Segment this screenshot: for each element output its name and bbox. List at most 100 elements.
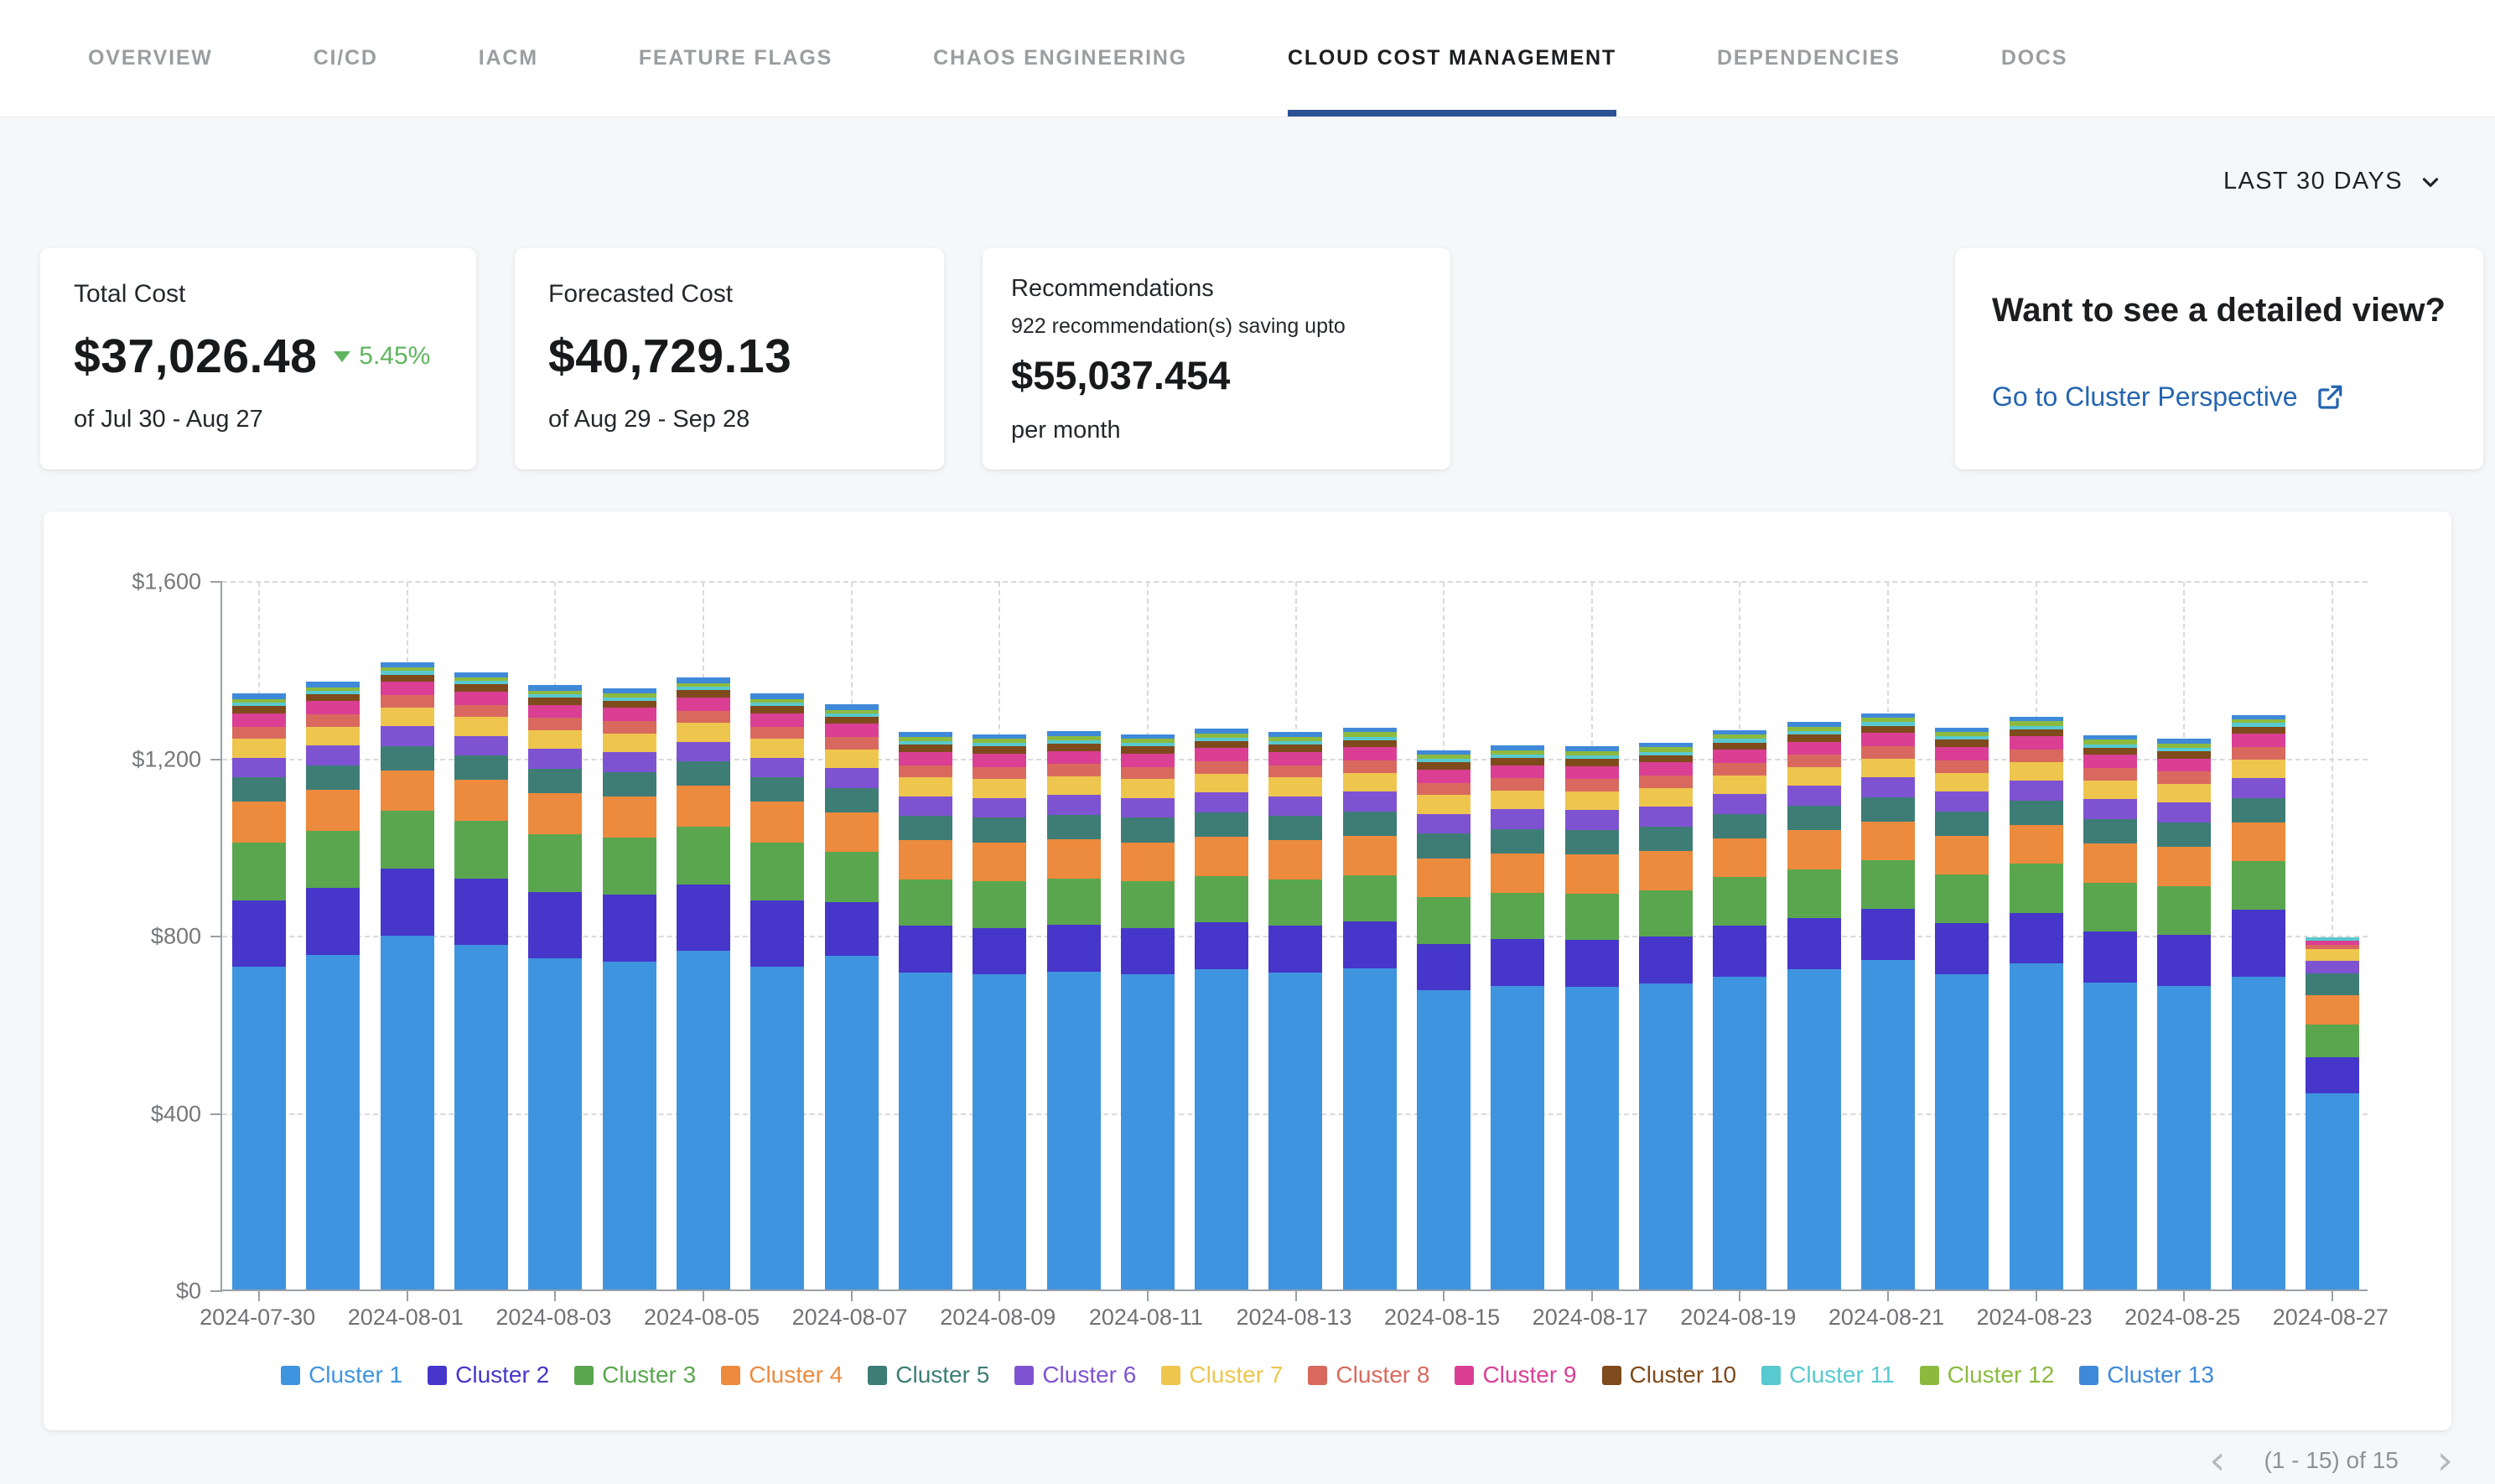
tab-chaos-engineering[interactable]: CHAOS ENGINEERING [933, 0, 1187, 117]
legend-item-cluster-10[interactable]: Cluster 10 [1602, 1362, 1737, 1388]
legend-label: Cluster 2 [455, 1362, 549, 1388]
segment-cluster-2 [1121, 928, 1175, 975]
period-selector[interactable]: LAST 30 DAYS [2223, 168, 2443, 195]
legend-item-cluster-13[interactable]: Cluster 13 [2079, 1362, 2214, 1388]
total-cost-title: Total Cost [74, 280, 443, 309]
segment-cluster-7 [973, 779, 1026, 797]
segment-cluster-6 [2157, 802, 2211, 822]
legend-label: Cluster 11 [1789, 1362, 1895, 1388]
x-axis-tick [2183, 1289, 2185, 1301]
segment-cluster-1 [973, 974, 1026, 1289]
legend-item-cluster-6[interactable]: Cluster 6 [1014, 1362, 1136, 1388]
bar-2024-08-02[interactable] [444, 582, 518, 1289]
x-axis-label: 2024-08-17 [1533, 1305, 1648, 1331]
segment-cluster-8 [1565, 779, 1619, 791]
forecasted-cost-amount: $40,729.13 [548, 329, 791, 384]
bar-2024-08-05[interactable] [667, 582, 740, 1289]
segment-cluster-2 [381, 869, 434, 935]
segment-cluster-6 [2010, 781, 2063, 801]
bar-2024-08-24[interactable] [2073, 582, 2147, 1289]
legend-item-cluster-8[interactable]: Cluster 8 [1308, 1362, 1429, 1388]
pagination-prev-icon[interactable]: ‹ [2209, 1444, 2225, 1477]
bar-2024-08-10[interactable] [1036, 582, 1110, 1289]
segment-cluster-8 [1268, 765, 1322, 778]
bar-2024-08-17[interactable] [1555, 582, 1629, 1289]
segment-cluster-6 [1713, 794, 1766, 814]
segment-cluster-10 [603, 701, 656, 708]
bar-2024-08-03[interactable] [518, 582, 592, 1289]
segment-cluster-6 [454, 736, 508, 756]
legend-label: Cluster 3 [602, 1362, 696, 1388]
tab-feature-flags[interactable]: FEATURE FLAGS [639, 0, 833, 117]
bar-2024-08-14[interactable] [1333, 582, 1407, 1289]
bar-2024-08-21[interactable] [1851, 582, 1925, 1289]
bar-2024-08-26[interactable] [2221, 582, 2295, 1289]
cluster-perspective-link-label: Go to Cluster Perspective [1992, 381, 2298, 413]
segment-cluster-1 [603, 962, 656, 1289]
external-link-icon [2315, 382, 2345, 413]
bar-2024-08-19[interactable] [1703, 582, 1777, 1289]
cluster-perspective-link[interactable]: Go to Cluster Perspective [1992, 381, 2446, 413]
bar-2024-08-04[interactable] [593, 582, 667, 1289]
bar-2024-08-15[interactable] [1407, 582, 1481, 1289]
bar-2024-08-11[interactable] [1111, 582, 1185, 1289]
segment-cluster-3 [1047, 879, 1101, 926]
bar-2024-08-23[interactable] [1999, 582, 2072, 1289]
bar-2024-08-07[interactable] [814, 582, 888, 1289]
legend-item-cluster-3[interactable]: Cluster 3 [574, 1362, 696, 1388]
legend-label: Cluster 9 [1482, 1362, 1576, 1388]
bar-2024-08-20[interactable] [1777, 582, 1851, 1289]
bar-2024-08-25[interactable] [2147, 582, 2221, 1289]
segment-cluster-4 [1935, 836, 1989, 875]
bar-2024-08-01[interactable] [371, 582, 444, 1289]
tab-cloud-cost-management[interactable]: CLOUD COST MANAGEMENT [1288, 0, 1616, 117]
bar-2024-08-12[interactable] [1185, 582, 1258, 1289]
bar-2024-07-31[interactable] [296, 582, 370, 1289]
segment-cluster-7 [2010, 762, 2063, 781]
y-axis-tick [210, 936, 222, 937]
tab-dependencies[interactable]: DEPENDENCIES [1717, 0, 1901, 117]
tab-iacm[interactable]: IACM [479, 0, 538, 117]
segment-cluster-9 [2157, 759, 2211, 772]
bar-2024-08-18[interactable] [1629, 582, 1703, 1289]
segment-cluster-10 [2010, 729, 2063, 736]
legend-item-cluster-5[interactable]: Cluster 5 [868, 1362, 989, 1388]
segment-cluster-3 [825, 852, 879, 903]
legend-item-cluster-2[interactable]: Cluster 2 [428, 1362, 549, 1388]
y-axis-label: $800 [44, 924, 201, 950]
segment-cluster-7 [825, 750, 879, 768]
segment-cluster-1 [677, 951, 730, 1289]
forecasted-cost-card: Forecasted Cost $40,729.13 of Aug 29 - S… [515, 248, 944, 470]
bar-2024-08-22[interactable] [1925, 582, 1999, 1289]
segment-cluster-4 [750, 802, 804, 843]
segment-cluster-1 [2083, 983, 2137, 1289]
bar-2024-08-13[interactable] [1258, 582, 1332, 1289]
segment-cluster-9 [899, 752, 952, 765]
legend-item-cluster-4[interactable]: Cluster 4 [721, 1362, 843, 1388]
legend-item-cluster-1[interactable]: Cluster 1 [281, 1362, 402, 1388]
segment-cluster-7 [1639, 788, 1693, 807]
segment-cluster-2 [1343, 921, 1397, 968]
bar-2024-07-30[interactable] [222, 582, 296, 1289]
stacked-bar [528, 685, 582, 1289]
legend-item-cluster-9[interactable]: Cluster 9 [1455, 1362, 1576, 1388]
bar-2024-08-16[interactable] [1481, 582, 1554, 1289]
segment-cluster-5 [528, 769, 582, 793]
segment-cluster-2 [1195, 922, 1248, 969]
bar-2024-08-08[interactable] [889, 582, 962, 1289]
tab-overview[interactable]: OVERVIEW [88, 0, 213, 117]
bar-2024-08-06[interactable] [740, 582, 814, 1289]
tab-docs[interactable]: DOCS [2001, 0, 2067, 117]
pagination-next-icon[interactable]: › [2437, 1444, 2453, 1477]
bar-2024-08-27[interactable] [2295, 582, 2369, 1289]
tab-ci-cd[interactable]: CI/CD [314, 0, 378, 117]
legend-swatch [1920, 1366, 1939, 1385]
x-axis-label: 2024-08-07 [792, 1305, 908, 1331]
legend-item-cluster-12[interactable]: Cluster 12 [1920, 1362, 2055, 1388]
legend-item-cluster-7[interactable]: Cluster 7 [1161, 1362, 1283, 1388]
segment-cluster-10 [528, 698, 582, 704]
segment-cluster-9 [1639, 762, 1693, 776]
segment-cluster-1 [2306, 1093, 2359, 1289]
legend-item-cluster-11[interactable]: Cluster 11 [1761, 1362, 1895, 1388]
bar-2024-08-09[interactable] [962, 582, 1036, 1289]
